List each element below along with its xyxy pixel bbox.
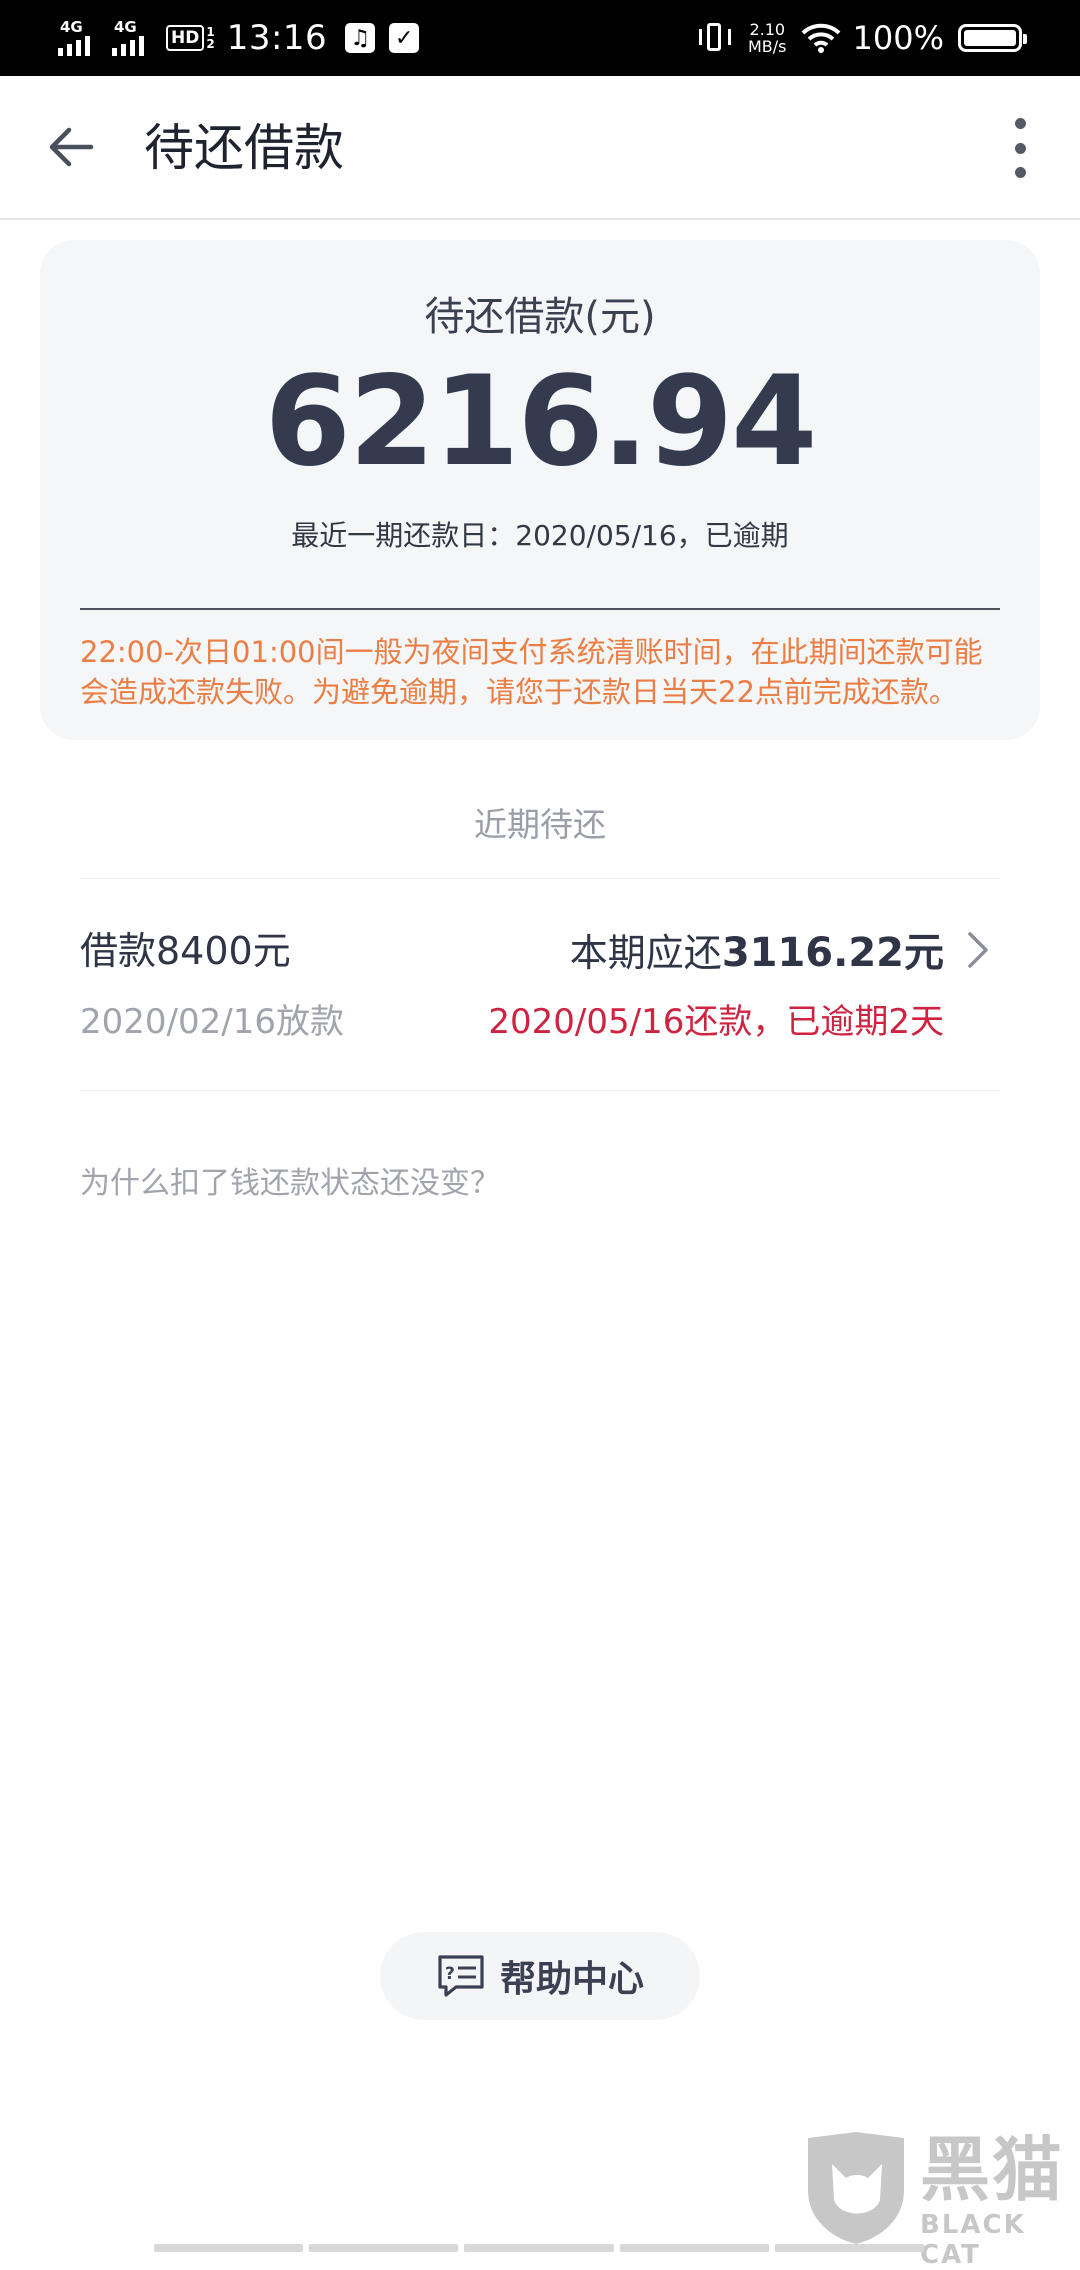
status-time: 13:16 — [226, 18, 328, 58]
watermark-brand: 黑猫 — [920, 2129, 1064, 2211]
dot-icon — [1014, 118, 1026, 129]
next-due-date: 最近一期还款日：2020/05/16，已逾期 — [291, 519, 789, 552]
black-cat-watermark: 黑猫 BLACK CAT — [802, 2129, 1080, 2270]
status-right: 2.10 MB/s 100% — [696, 16, 1027, 60]
hd-label: HD — [166, 25, 205, 51]
loan-row[interactable]: 借款8400元 2020/02/16放款 本期应还3116.22元 2020/0… — [80, 880, 1000, 1090]
divider — [80, 1090, 1000, 1091]
loan-overdue-status: 2020/05/16还款，已逾期2天 — [488, 1002, 944, 1042]
loan-disbursement-date: 2020/02/16放款 — [80, 1002, 344, 1042]
battery-percent: 100% — [852, 19, 944, 57]
outstanding-amount: 6216.94 — [264, 350, 818, 494]
page-title: 待还借款 — [144, 119, 344, 177]
due-amount: 3116.22元 — [721, 930, 944, 976]
help-center-label: 帮助中心 — [499, 1959, 644, 2000]
task-check-icon: ✓ — [389, 23, 420, 53]
svg-text:?: ? — [445, 1964, 455, 1984]
hd-voice-icon: HD 1 2 — [166, 25, 215, 51]
status-bar: 4G 4G HD 1 2 13:16 ♫ ✓ 2.10 MB/s 100% — [0, 0, 1080, 76]
hd-sub-bottom: 2 — [206, 37, 215, 51]
watermark-sub: BLACK CAT — [920, 2210, 1026, 2270]
dot-icon — [1014, 142, 1026, 154]
cat-shield-logo-icon — [808, 2132, 904, 2244]
navigation-hint-bar — [154, 2244, 925, 2252]
music-note-icon: ♫ — [345, 23, 376, 53]
summary-card: 待还借款(元) 6216.94 最近一期还款日：2020/05/16，已逾期 2… — [40, 240, 1040, 740]
divider — [80, 878, 1000, 879]
speed-unit: MB/s — [748, 37, 787, 56]
more-options-button[interactable] — [1002, 118, 1038, 178]
faq-link[interactable]: 为什么扣了钱还款状态还没变？ — [80, 1158, 500, 1202]
network-type-sim2: 4G — [114, 18, 137, 36]
payment-notice: 22:00-次日01:00间一般为夜间支付系统清账时间，在此期间还款可能会造成还… — [80, 635, 983, 709]
outstanding-label: 待还借款(元) — [424, 294, 656, 340]
help-center-button[interactable]: ? 帮助中心 — [380, 1932, 700, 2020]
network-speed: 2.10 MB/s — [748, 21, 787, 55]
status-left: 4G 4G HD 1 2 13:16 ♫ ✓ — [58, 16, 433, 60]
signal-icon-sim2: 4G — [112, 18, 160, 58]
back-button[interactable] — [38, 114, 104, 180]
loan-due-amount: 本期应还3116.22元 — [570, 920, 944, 978]
battery-icon — [958, 24, 1027, 52]
dot-icon — [1014, 167, 1026, 178]
loan-title: 借款8400元 — [80, 929, 291, 973]
network-type-sim1: 4G — [60, 18, 83, 36]
chevron-right-icon — [968, 932, 988, 968]
wifi-icon — [801, 23, 840, 53]
arrow-left-icon — [49, 127, 94, 167]
vibrate-icon — [696, 21, 734, 55]
battery-fill — [964, 30, 1016, 46]
card-divider — [80, 608, 1000, 610]
speed-value: 2.10 — [749, 20, 786, 39]
help-chat-icon: ? — [438, 1955, 484, 1997]
recent-section-title: 近期待还 — [474, 805, 606, 844]
due-prefix: 本期应还 — [569, 931, 722, 975]
app-bar: 待还借款 — [0, 76, 1080, 220]
signal-icon-sim1: 4G — [58, 18, 106, 58]
